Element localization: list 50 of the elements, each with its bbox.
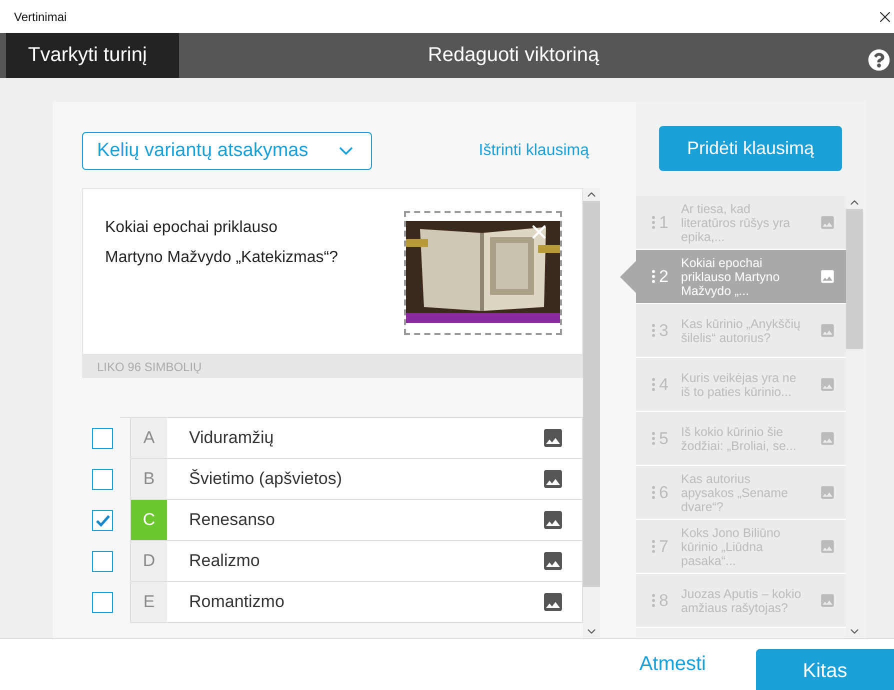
drag-handle-icon[interactable] [652, 486, 655, 499]
answer-letter: D [131, 541, 167, 581]
question-preview: Kokiai epochai priklauso Martyno Mažvydo „... [680, 256, 781, 298]
window-title: Vertinimai [14, 10, 67, 24]
page-title: Redaguoti viktoriną [426, 44, 600, 67]
answer-letter: E [131, 582, 167, 622]
scrollbar[interactable] [583, 188, 600, 638]
answer-text[interactable]: Viduramžių [167, 428, 541, 448]
drag-handle-icon[interactable] [652, 540, 655, 553]
image-icon [819, 322, 836, 339]
drag-handle-icon[interactable] [652, 432, 655, 445]
answer-letter: C [131, 500, 167, 540]
answer-checkbox[interactable] [92, 469, 113, 490]
question-number: 2 [659, 266, 670, 286]
drag-handle-icon[interactable] [652, 324, 655, 337]
answer-checkbox[interactable] [92, 510, 113, 531]
answer-text[interactable]: Realizmo [167, 551, 541, 571]
discard-button[interactable]: Atmesti [633, 652, 712, 677]
next-button[interactable]: Kitas [756, 648, 894, 690]
answer-letter: B [131, 459, 167, 499]
delete-question-link[interactable]: Ištrinti klausimą [478, 142, 589, 160]
drag-handle-icon[interactable] [652, 270, 655, 283]
image-icon[interactable] [541, 549, 565, 573]
help-icon[interactable] [868, 48, 890, 70]
drag-handle-icon[interactable] [652, 216, 655, 229]
tab[interactable]: Tvarkyti turinį [6, 33, 179, 78]
answer-letter: A [131, 418, 167, 458]
image-icon[interactable] [541, 508, 565, 532]
answer-checkbox[interactable] [92, 551, 113, 572]
answer-text[interactable]: Švietimo (apšvietos) [167, 469, 541, 489]
image-icon [819, 214, 836, 231]
image-icon [819, 268, 836, 285]
answer-checkbox[interactable] [92, 428, 113, 449]
image-icon[interactable] [541, 590, 565, 614]
character-counter: LIKO 96 SIMBOLIŲ [97, 360, 202, 374]
image-icon [819, 538, 836, 555]
image-icon [819, 592, 836, 609]
question-text[interactable]: Kokiai epochai priklauso Martyno Mažvydo „Katekizmas“? [105, 211, 338, 354]
image-icon [819, 376, 836, 393]
add-question-button[interactable]: Pridėti klausimą [659, 126, 842, 171]
drag-handle-icon[interactable] [652, 378, 655, 391]
answer-checkbox[interactable] [92, 592, 113, 613]
image-icon [819, 484, 836, 501]
drag-handle-icon[interactable] [652, 594, 655, 607]
image-icon[interactable] [541, 426, 565, 450]
image-icon [819, 430, 836, 447]
answer-text[interactable]: Renesanso [167, 510, 541, 530]
answer-text[interactable]: Romantizmo [167, 592, 541, 612]
question-type-dropdown[interactable]: Kelių variantų atsakymas [82, 132, 372, 170]
image-icon[interactable] [541, 467, 565, 491]
